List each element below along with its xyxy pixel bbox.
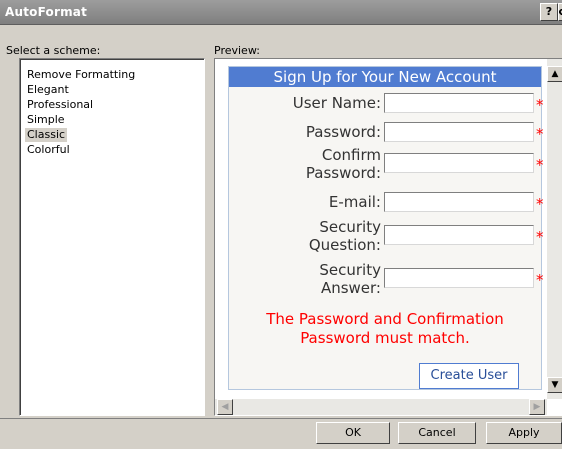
scheme-item-elegant[interactable]: Elegant	[25, 83, 71, 97]
preview-horizontal-scrollbar[interactable]: ◀ ▶	[215, 399, 547, 415]
scheme-list-label: Select a scheme:	[6, 44, 101, 57]
scheme-item-remove-formatting[interactable]: Remove Formatting	[25, 68, 137, 82]
divider	[0, 418, 562, 419]
security-answer-input[interactable]	[384, 268, 534, 288]
scheme-item-classic[interactable]: Classic	[25, 128, 68, 142]
scroll-left-arrow-icon[interactable]: ◀	[217, 399, 233, 415]
required-marker: *	[536, 195, 544, 213]
close-button[interactable]: x	[558, 3, 562, 21]
security-answer-label: Security Answer:	[319, 261, 381, 297]
signup-form-preview: Sign Up for Your New Account User Name: …	[228, 66, 544, 390]
title-bar: AutoFormat ? x	[0, 0, 562, 25]
scheme-item-simple[interactable]: Simple	[25, 113, 67, 127]
confirm-password-label: Confirm Password:	[305, 146, 381, 182]
form-title: Sign Up for Your New Account	[229, 67, 541, 87]
security-question-label: Security Question:	[308, 218, 381, 254]
scheme-item-colorful[interactable]: Colorful	[25, 143, 72, 157]
email-input[interactable]	[384, 192, 534, 212]
preview-pane: Sign Up for Your New Account User Name: …	[214, 58, 562, 416]
required-marker: *	[536, 96, 544, 114]
scroll-right-arrow-icon[interactable]: ▶	[529, 399, 545, 415]
scroll-up-arrow-icon[interactable]: ▲	[547, 66, 562, 82]
scroll-down-arrow-icon[interactable]: ▼	[547, 377, 562, 393]
scheme-item-professional[interactable]: Professional	[25, 98, 95, 112]
required-marker: *	[536, 125, 544, 143]
apply-button[interactable]: Apply	[486, 422, 562, 444]
required-marker: *	[536, 156, 544, 174]
window-title: AutoFormat	[5, 5, 88, 19]
create-user-button[interactable]: Create User	[419, 363, 519, 389]
help-button[interactable]: ?	[540, 3, 558, 21]
email-label: E-mail:	[328, 193, 381, 211]
required-marker: *	[536, 271, 544, 289]
cancel-button[interactable]: Cancel	[398, 422, 476, 444]
password-mismatch-error: The Password and Confirmation Password mu…	[266, 310, 504, 347]
scheme-list[interactable]: Remove Formatting Elegant Professional S…	[19, 58, 205, 416]
user-name-label: User Name:	[292, 94, 381, 112]
user-name-input[interactable]	[384, 93, 534, 113]
ok-button[interactable]: OK	[316, 422, 390, 444]
password-label: Password:	[305, 123, 381, 141]
password-input[interactable]	[384, 122, 534, 142]
preview-label: Preview:	[214, 44, 260, 57]
security-question-input[interactable]	[384, 225, 534, 245]
preview-vertical-scrollbar[interactable]: ▲ ▼	[547, 59, 562, 399]
required-marker: *	[536, 228, 544, 246]
confirm-password-input[interactable]	[384, 153, 534, 173]
